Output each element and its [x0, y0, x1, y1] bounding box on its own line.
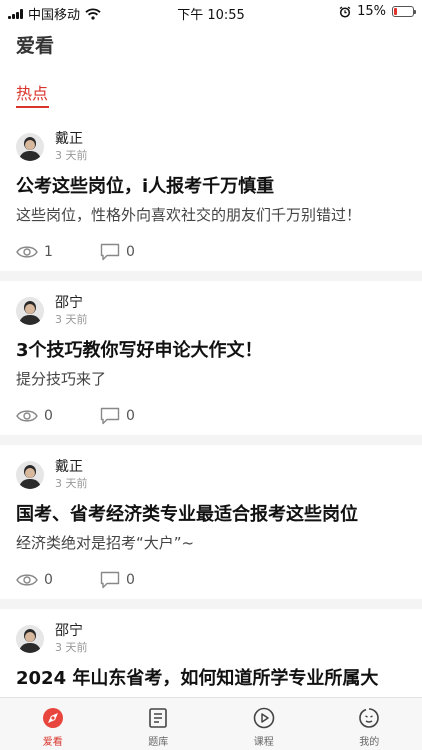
nav-item-tiku[interactable]: 题库 [106, 698, 212, 750]
nav-label: 题库 [148, 737, 169, 748]
eye-icon [16, 574, 38, 586]
card-divider [0, 435, 422, 445]
post-stats: 1 0 [16, 241, 406, 263]
comment-count[interactable]: 0 [100, 571, 184, 589]
view-count: 0 [16, 572, 100, 588]
comment-count[interactable]: 0 [100, 407, 184, 425]
nav-item-kecheng[interactable]: 课程 [211, 698, 317, 750]
tab-active-indicator [16, 106, 49, 108]
view-count: 0 [16, 408, 100, 424]
page-title: 爱看 [16, 35, 55, 57]
author-meta: 邵宁 3 天前 [55, 623, 88, 655]
post-author[interactable]: 邵宁 3 天前 [16, 619, 406, 659]
post-time: 3 天前 [55, 149, 88, 162]
comment-count-value: 0 [126, 572, 135, 588]
author-meta: 邵宁 3 天前 [55, 295, 88, 327]
author-name: 戴正 [55, 459, 83, 475]
post-time: 3 天前 [55, 477, 88, 490]
nav-item-wode[interactable]: 我的 [317, 698, 422, 750]
comment-icon [100, 407, 120, 425]
battery-percent: 15% [357, 4, 386, 19]
post-title[interactable]: 2024 年山东省考，如何知道所学专业所属大 [16, 667, 406, 691]
post-card[interactable]: 戴正 3 天前 国考、省考经济类专业最适合报考这些岗位 经济类绝对是招考“大户”… [0, 445, 422, 599]
post-title[interactable]: 3个技巧教你写好申论大作文！ [16, 339, 406, 363]
view-count-value: 1 [44, 244, 53, 260]
status-bar: 中国移动 下午 10:55 15% [0, 0, 422, 23]
view-count: 1 [16, 244, 100, 260]
avatar[interactable] [16, 297, 44, 325]
nav-label: 我的 [359, 737, 380, 748]
comment-count-value: 0 [126, 408, 135, 424]
battery-level-fill [394, 8, 397, 15]
status-right: 15% [339, 4, 416, 19]
post-author[interactable]: 戴正 3 天前 [16, 127, 406, 167]
bottom-nav: 爱看 题库 课程 我的 [0, 697, 422, 750]
post-title[interactable]: 公考这些岗位，i人报考千万慎重 [16, 175, 406, 199]
post-stats: 0 0 [16, 405, 406, 427]
play-course-icon [253, 707, 275, 729]
eye-icon [16, 410, 38, 422]
comment-icon [100, 571, 120, 589]
tab-hot[interactable]: 热点 [16, 80, 48, 104]
post-stats: 0 0 [16, 569, 406, 591]
post-subtitle: 经济类绝对是招考“大户”~ [16, 534, 195, 552]
top-tab-bar: 热点 [16, 80, 49, 108]
comment-count-value: 0 [126, 244, 135, 260]
question-bank-icon [149, 708, 168, 728]
author-name: 邵宁 [55, 623, 83, 639]
discover-icon [42, 708, 63, 728]
view-count-value: 0 [44, 408, 53, 424]
author-meta: 戴正 3 天前 [55, 131, 88, 163]
nav-item-aikan[interactable]: 爱看 [0, 698, 106, 750]
post-time: 3 天前 [55, 313, 88, 326]
author-name: 邵宁 [55, 295, 83, 311]
post-card[interactable]: 戴正 3 天前 公考这些岗位，i人报考千万慎重 这些岗位，性格外向喜欢社交的朋友… [0, 117, 422, 271]
eye-icon [16, 246, 38, 258]
post-subtitle: 这些岗位，性格外向喜欢社交的朋友们千万别错过！ [16, 206, 362, 224]
post-author[interactable]: 邵宁 3 天前 [16, 291, 406, 331]
battery-icon [392, 6, 416, 17]
view-count-value: 0 [44, 572, 53, 588]
card-divider [0, 271, 422, 281]
author-meta: 戴正 3 天前 [55, 459, 88, 491]
card-divider [0, 599, 422, 609]
post-card[interactable]: 邵宁 3 天前 3个技巧教你写好申论大作文！ 提分技巧来了 0 0 [0, 281, 422, 435]
avatar[interactable] [16, 625, 44, 653]
post-subtitle: 提分技巧来了 [16, 370, 107, 388]
comment-count[interactable]: 0 [100, 243, 184, 261]
post-time: 3 天前 [55, 641, 88, 654]
avatar[interactable] [16, 461, 44, 489]
post-feed[interactable]: 戴正 3 天前 公考这些岗位，i人报考千万慎重 这些岗位，性格外向喜欢社交的朋友… [0, 117, 422, 750]
nav-label: 爱看 [42, 737, 63, 748]
nav-label: 课程 [253, 737, 274, 748]
post-author[interactable]: 戴正 3 天前 [16, 455, 406, 495]
post-title[interactable]: 国考、省考经济类专业最适合报考这些岗位 [16, 503, 406, 527]
avatar[interactable] [16, 133, 44, 161]
profile-face-icon [359, 708, 380, 728]
author-name: 戴正 [55, 131, 83, 147]
alarm-icon [339, 5, 351, 18]
comment-icon [100, 243, 120, 261]
